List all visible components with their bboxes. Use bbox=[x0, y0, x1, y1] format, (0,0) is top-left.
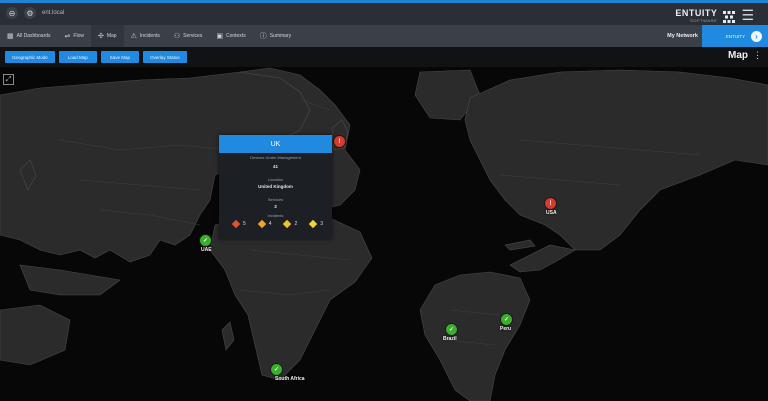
popup-row-value: United Kingdom bbox=[258, 184, 293, 189]
geographic-mode-button[interactable]: Geographic Mode bbox=[5, 51, 55, 63]
site-pin-usa[interactable]: ! bbox=[544, 197, 557, 210]
tab-services[interactable]: ⚇ Services bbox=[167, 25, 209, 47]
services-icon: ⚇ bbox=[173, 33, 181, 40]
severity-minor[interactable]: 2 bbox=[283, 219, 298, 229]
land-madagascar bbox=[221, 321, 235, 351]
land-central-america bbox=[509, 244, 576, 273]
my-network-breadcrumb[interactable]: My Network bbox=[667, 25, 698, 47]
tab-label: Map bbox=[106, 33, 117, 39]
popup-row-label: Location bbox=[267, 177, 284, 182]
map-icon: ✣ bbox=[97, 33, 104, 40]
popup-row-value: 3 bbox=[274, 204, 277, 209]
popup-row-label: Devices Under Management bbox=[250, 155, 301, 160]
flow-icon: ⇌ bbox=[64, 33, 71, 40]
site-pin-uae[interactable]: ✓ bbox=[199, 234, 212, 247]
tab-all-dashboards[interactable]: ▦ All Dashboards bbox=[0, 25, 58, 47]
page-title: Map bbox=[728, 50, 748, 61]
settings-icon[interactable]: ⚙ bbox=[24, 7, 36, 19]
site-pin-uk[interactable]: ! bbox=[333, 135, 346, 148]
window-control-icon[interactable]: ⊖ bbox=[6, 7, 18, 19]
tab-label: Flow bbox=[73, 33, 84, 39]
incident-icon: ⚠ bbox=[130, 33, 137, 40]
site-label-peru: Peru bbox=[500, 326, 512, 332]
dashboard-icon: ▦ bbox=[7, 33, 14, 40]
site-pin-peru[interactable]: ✓ bbox=[500, 313, 513, 326]
info-icon: ⓘ bbox=[259, 33, 267, 40]
server-label: ent.local bbox=[42, 10, 65, 16]
severity-diamond-icon bbox=[308, 219, 318, 229]
severity-diamond-icon bbox=[283, 219, 292, 229]
tab-label: Incidents bbox=[139, 33, 160, 39]
tab-summary[interactable]: ⓘ Summary bbox=[253, 25, 298, 47]
popup-row-label: Incidents bbox=[267, 213, 284, 218]
tab-label: Contexts bbox=[225, 33, 246, 39]
severity-diamond-icon bbox=[257, 219, 266, 229]
site-pin-brazil[interactable]: ✓ bbox=[445, 323, 458, 336]
severity-count: 2 bbox=[294, 221, 298, 227]
nav-bar: ▦ All Dashboards ⇌ Flow ✣ Map ⚠ Incidents ⚇ S… bbox=[0, 25, 768, 47]
severity-count: 4 bbox=[268, 221, 272, 227]
tab-incidents[interactable]: ⚠ Incidents bbox=[124, 25, 167, 47]
site-pin-south-africa[interactable]: ✓ bbox=[270, 363, 283, 376]
context-label: ENTUITY bbox=[725, 33, 745, 39]
chevron-right-icon: › bbox=[751, 30, 762, 42]
tab-label: Summary bbox=[269, 33, 292, 39]
severity-major[interactable]: 4 bbox=[257, 219, 272, 229]
site-label-south-africa: South Africa bbox=[275, 376, 305, 382]
tab-flow[interactable]: ⇌ Flow bbox=[58, 25, 91, 47]
severity-diamond-icon bbox=[231, 219, 241, 229]
more-options-icon[interactable]: ⋮ bbox=[753, 50, 762, 61]
tab-label: All Dashboards bbox=[16, 33, 51, 39]
logo-icon bbox=[723, 10, 736, 23]
popup-row-label: Services bbox=[267, 197, 284, 202]
fullscreen-toggle-icon[interactable]: ⤢ bbox=[3, 74, 14, 85]
brand-name: ENTUITY bbox=[675, 7, 718, 18]
save-map-button[interactable]: Save Map bbox=[100, 51, 140, 63]
overlay-status-button[interactable]: Overlay Status bbox=[143, 51, 187, 63]
popup-title: UK bbox=[219, 135, 332, 153]
site-label-uae: UAE bbox=[201, 247, 212, 253]
land-indonesia bbox=[19, 264, 121, 296]
land-australia bbox=[0, 304, 71, 366]
context-button[interactable]: ENTUITY › bbox=[702, 25, 768, 47]
top-bar: ⊖ ⚙ ent.local ENTUITY SOFTWARE ☰ bbox=[0, 0, 768, 25]
dashboard-tabs: ▦ All Dashboards ⇌ Flow ✣ Map ⚠ Incidents ⚇ S… bbox=[0, 25, 298, 47]
tab-label: Services bbox=[183, 33, 203, 39]
land-north-america bbox=[464, 69, 768, 251]
map-toolbar: Geographic Mode Load Map Save Map Overla… bbox=[0, 47, 768, 67]
severity-count: 5 bbox=[243, 221, 246, 227]
site-detail-popup: UK Devices Under Management 41 Location … bbox=[219, 135, 332, 239]
hamburger-menu-icon[interactable]: ☰ bbox=[741, 7, 754, 24]
map-canvas bbox=[0, 67, 768, 401]
brand: ENTUITY SOFTWARE ☰ bbox=[675, 7, 754, 24]
severity-count: 3 bbox=[320, 221, 323, 227]
popup-row-value: 41 bbox=[272, 164, 278, 169]
land-caribbean bbox=[504, 239, 536, 251]
brand-sub: SOFTWARE bbox=[690, 17, 718, 23]
tab-contexts[interactable]: ▣ Contexts bbox=[209, 25, 252, 47]
severity-counts: 5 4 2 3 bbox=[231, 219, 323, 229]
tab-map[interactable]: ✣ Map bbox=[90, 25, 124, 47]
site-label-brazil: Brazil bbox=[443, 336, 457, 342]
site-label-usa: USA bbox=[546, 210, 557, 216]
contexts-icon: ▣ bbox=[216, 33, 223, 40]
load-map-button[interactable]: Load Map bbox=[58, 51, 97, 63]
severity-critical[interactable]: 5 bbox=[231, 219, 246, 229]
world-map[interactable]: ⤢ ✓ UAE ! ! USA ✓ Peru ✓ Brazil ✓ South … bbox=[0, 67, 768, 401]
severity-warning[interactable]: 3 bbox=[308, 219, 323, 229]
land-south-america bbox=[419, 271, 531, 401]
